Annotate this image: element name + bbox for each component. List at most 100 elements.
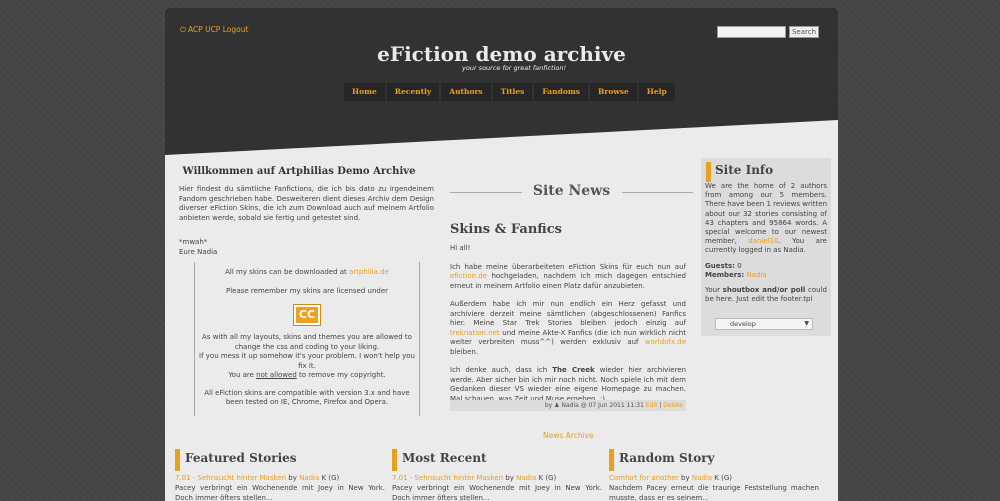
- random-title: Random Story: [619, 451, 715, 465]
- notice-copyright: You are not allowed to remove my copyrig…: [195, 371, 419, 381]
- news-p1-text-a: Ich habe meine überarbeiteten eFiction S…: [450, 262, 686, 271]
- recent-author-link[interactable]: Nadia: [516, 474, 536, 482]
- search-input[interactable]: [717, 26, 786, 38]
- main-nav: Home Recently Authors Titles Fandoms Bro…: [344, 83, 675, 101]
- nav-browse[interactable]: Browse: [590, 83, 637, 101]
- news-greeting: Hi all!: [450, 244, 471, 252]
- recent-story-link[interactable]: 7.01 - Sehnsucht hinter Masken: [392, 474, 503, 482]
- featured-story-link[interactable]: 7.01 - Sehnsucht hinter Masken: [175, 474, 286, 482]
- guests-line: Guests: 0: [705, 262, 827, 271]
- random-by: by: [678, 474, 692, 482]
- news-title: Skins & Fanfics: [450, 222, 562, 237]
- page: ⏻ ACP UCP Logout Search eFiction demo arc…: [165, 8, 838, 501]
- news-p2-text-a: Außerdem habe ich mir nun endlich ein He…: [450, 300, 686, 327]
- account-links[interactable]: ⏻ ACP UCP Logout: [180, 25, 248, 35]
- site-info-title: Site Info: [715, 163, 774, 177]
- news-body: Hi all! Ich habe meine überarbeiteten eF…: [450, 244, 686, 413]
- power-icon: ⏻: [180, 25, 186, 34]
- user-icon: ♟: [554, 402, 560, 409]
- site-news-heading: Site News: [450, 183, 693, 201]
- shoutbox-bold: shoutbox and/or poll: [722, 286, 806, 295]
- efiction-link[interactable]: efiction.de: [450, 272, 487, 280]
- welcome-text: Hier findest du sämtliche Fanfictions, d…: [179, 185, 434, 222]
- notice-download-text: All my skins can be downloaded at: [225, 268, 349, 276]
- random-summary: Nachdem Pacey erneut die traurige Festst…: [609, 484, 819, 501]
- news-p3-text-a: Ich denke auch, dass ich: [450, 366, 553, 374]
- newest-member-link[interactable]: daniel10: [748, 237, 778, 245]
- notice-licensed: Please remember my skins are licensed un…: [225, 286, 389, 295]
- skin-select[interactable]: develop ▼: [715, 318, 813, 330]
- site-info-panel: Site Info We are the home of 2 authors f…: [701, 158, 831, 336]
- site-slogan: your source for great fanfiction!: [462, 64, 567, 72]
- news-footer-meta: Nadia @ 07 Jun 2011 11:31: [561, 402, 646, 409]
- recent-rating: K (G): [536, 474, 557, 482]
- nav-recently[interactable]: Recently: [386, 83, 440, 101]
- random-accent: [609, 449, 614, 471]
- news-paragraph-1: Ich habe meine überarbeiteten eFiction S…: [450, 263, 686, 292]
- edit-link[interactable]: Edit: [646, 402, 658, 409]
- news-paragraph-3: Ich denke auch, dass ich The Creek wiede…: [450, 366, 686, 404]
- welcome-signature: *mwah* Eure Nadia: [179, 238, 217, 257]
- recent-by: by: [503, 474, 517, 482]
- site-stats: We are the home of 2 authors from among …: [705, 182, 827, 256]
- skin-notice: All my skins can be downloaded at artphi…: [194, 262, 420, 416]
- welcome-sign-line-1: *mwah*: [179, 238, 208, 246]
- nav-titles[interactable]: Titles: [492, 83, 533, 101]
- cc-badge-wrap: CC: [195, 304, 419, 326]
- site-stats-text-a: We are the home of 2 authors from among …: [705, 182, 827, 246]
- welcome-title: Willkommen auf Artphilias Demo Archive: [182, 166, 416, 177]
- welcome-sign-line-2: Eure Nadia: [179, 247, 218, 256]
- news-p2-text-c: bleiben.: [450, 347, 479, 356]
- site-news-title: Site News: [532, 183, 611, 199]
- featured-summary: Pacey verbringt ein Wochenende mit Joey …: [175, 484, 385, 501]
- recent-summary: Pacey verbringt ein Wochenende mit Joey …: [392, 484, 602, 501]
- member-link-nadia[interactable]: Nadia: [744, 271, 766, 279]
- notice-download: All my skins can be downloaded at artphi…: [195, 268, 419, 278]
- random-story-line: Comfort for another by Nadia K (G): [609, 473, 821, 483]
- notice-layouts: As with all my layouts, skins and themes…: [202, 333, 412, 351]
- shoutbox-text-a: Your: [705, 286, 723, 295]
- members-label: Members:: [705, 270, 745, 279]
- featured-author-link[interactable]: Nadia: [299, 474, 319, 482]
- featured-rating: K (G): [319, 474, 340, 482]
- news-footer-by: by: [544, 402, 555, 409]
- notice-mess: If you mess it up somehow it's your prob…: [199, 352, 415, 370]
- featured-by: by: [286, 474, 300, 482]
- recent-title: Most Recent: [402, 451, 487, 465]
- featured-title: Featured Stories: [185, 451, 297, 465]
- random-author-link[interactable]: Nadia: [692, 474, 712, 482]
- recent-accent: [392, 449, 397, 471]
- divider-right: [622, 192, 693, 193]
- recent-story-line: 7.01 - Sehnsucht hinter Masken by Nadia …: [392, 473, 604, 483]
- featured-story-line: 7.01 - Sehnsucht hinter Masken by Nadia …: [175, 473, 387, 483]
- copyright-suffix: to remove my copyright.: [296, 371, 386, 379]
- shoutbox-note: Your shoutbox and/or poll could be here.…: [705, 286, 827, 304]
- search-button[interactable]: Search: [789, 26, 819, 38]
- delete-link[interactable]: Delete: [663, 402, 683, 409]
- site-info-body: We are the home of 2 authors from among …: [705, 182, 827, 310]
- not-allowed-text: not allowed: [256, 371, 297, 379]
- treknation-link[interactable]: treknation.net: [450, 329, 500, 337]
- random-rating: K (G): [712, 474, 733, 482]
- featured-accent: [175, 449, 180, 471]
- the-creek-text: The Creek: [552, 366, 595, 374]
- random-story-link[interactable]: Comfort for another: [609, 474, 679, 482]
- worldofx-link[interactable]: worldofx.de: [645, 338, 686, 346]
- nav-help[interactable]: Help: [638, 83, 675, 101]
- account-links-text[interactable]: ACP UCP Logout: [188, 25, 248, 34]
- guests-label: Guests:: [705, 261, 735, 270]
- artphilia-link[interactable]: artphilia.de: [349, 268, 389, 276]
- copyright-prefix: You are: [228, 371, 257, 379]
- notice-compatible: All eFiction skins are compatible with v…: [204, 388, 410, 407]
- site-title[interactable]: eFiction demo archive: [165, 42, 838, 66]
- nav-home[interactable]: Home: [344, 83, 385, 101]
- skin-select-value: develop: [730, 320, 756, 328]
- nav-fandoms[interactable]: Fandoms: [534, 83, 589, 101]
- creative-commons-icon[interactable]: CC: [293, 304, 321, 326]
- news-archive-link[interactable]: News Archive: [543, 431, 594, 440]
- site-info-accent: [706, 162, 711, 182]
- chevron-down-icon: ▼: [804, 320, 809, 327]
- news-paragraph-2: Außerdem habe ich mir nun endlich ein He…: [450, 300, 686, 357]
- nav-authors[interactable]: Authors: [441, 83, 491, 101]
- members-line: Members: Nadia: [705, 271, 827, 280]
